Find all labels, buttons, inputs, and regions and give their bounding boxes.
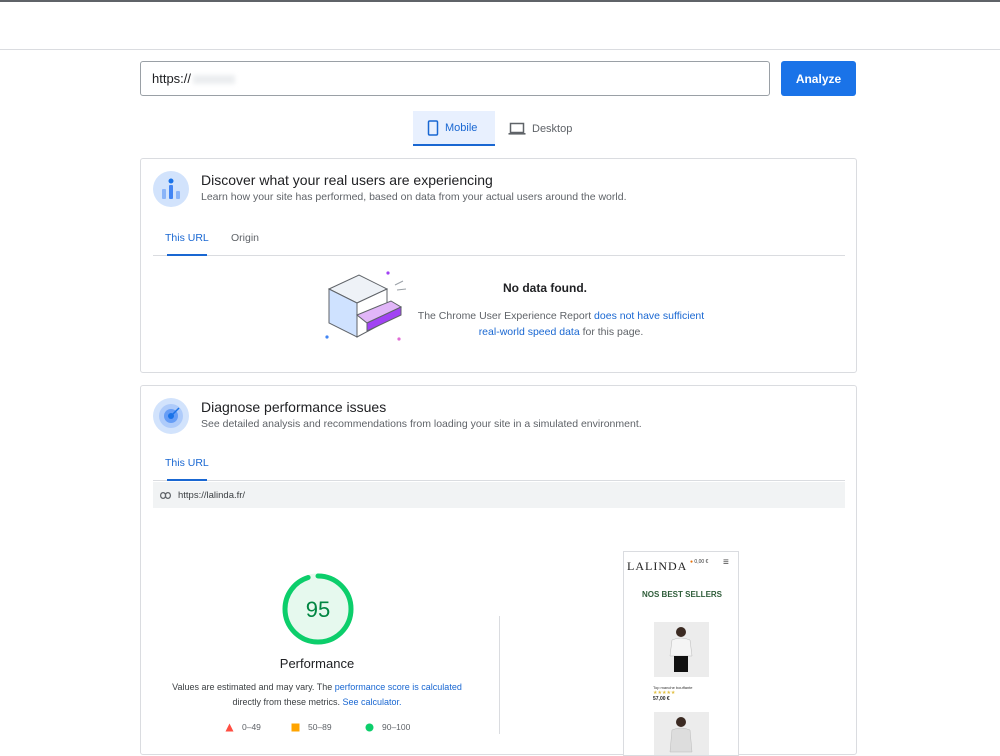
performance-note: Values are estimated and may vary. The p… [161, 680, 473, 710]
no-data-suffix: for this page. [579, 326, 644, 338]
performance-gauge: 95 [282, 573, 354, 645]
site-logo: LALINDA [627, 559, 688, 573]
field-data-title: Discover what your real users are experi… [201, 172, 493, 188]
laptop-icon [508, 122, 526, 135]
url-redacted [193, 75, 236, 85]
model-figure-icon [669, 627, 693, 672]
top-bar [0, 0, 1000, 50]
hamburger-menu-icon: ≡ [723, 557, 729, 568]
analyze-button[interactable]: Analyze [781, 61, 856, 96]
phone-icon [427, 119, 439, 136]
no-data-title: No data found. [503, 281, 587, 295]
best-sellers-heading: NOS BEST SELLERS [642, 590, 723, 599]
product-price: 57,00 € [653, 696, 670, 702]
legend-poor-label: 0–49 [242, 722, 261, 732]
empty-box-illustration [325, 271, 407, 341]
field-data-subtitle: Learn how your site has performed, based… [201, 191, 627, 203]
page-screenshot: LALINDA ● 0,00 € ≡ NOS BEST SELLERS Top … [623, 551, 739, 756]
legend-good-label: 90–100 [382, 722, 411, 732]
performance-score: 95 [306, 597, 330, 622]
tab-mobile[interactable]: Mobile [413, 111, 495, 146]
active-tab-indicator [167, 254, 207, 256]
legend-average: 50–89 [291, 722, 332, 732]
performance-label: Performance [279, 656, 355, 671]
cart-amount: 0,00 € [694, 559, 709, 565]
link-icon [160, 491, 171, 499]
radar-icon [153, 398, 189, 434]
score-calculated-link[interactable]: performance score is calculated [335, 682, 462, 692]
legend-poor: 0–49 [225, 722, 261, 732]
product-image [654, 622, 709, 677]
note-middle: directly from these metrics. [232, 697, 343, 707]
model-figure-icon-2 [669, 717, 693, 753]
no-data-message: The Chrome User Experience Report does n… [411, 308, 711, 340]
url-input[interactable]: https:// [140, 61, 770, 96]
product-image-2 [654, 712, 709, 755]
tab-origin[interactable]: Origin [231, 232, 259, 244]
tab-this-url-lab[interactable]: This URL [165, 457, 209, 469]
active-tab-indicator-lab [167, 479, 207, 481]
url-value: https:// [152, 71, 192, 86]
tested-url-bar: https://lalinda.fr/ [153, 482, 845, 508]
legend-good: 90–100 [365, 722, 410, 732]
square-icon [291, 723, 300, 731]
tested-url[interactable]: https://lalinda.fr/ [178, 490, 245, 501]
lab-data-tabs: This URL [153, 448, 845, 481]
see-calculator-link[interactable]: See calculator. [342, 697, 401, 707]
lab-data-card: Diagnose performance issues See detailed… [140, 385, 857, 756]
tab-mobile-label: Mobile [445, 121, 478, 134]
cart-icon: ● [690, 559, 694, 565]
triangle-icon [225, 723, 234, 731]
users-chart-icon [153, 171, 189, 207]
tab-desktop-label: Desktop [532, 122, 573, 135]
circle-icon [365, 723, 374, 731]
cart-total: ● 0,00 € [690, 559, 708, 565]
no-data-prefix: The Chrome User Experience Report [417, 310, 595, 322]
divider [499, 616, 500, 734]
legend-average-label: 50–89 [308, 722, 332, 732]
lab-data-subtitle: See detailed analysis and recommendation… [201, 418, 642, 430]
field-data-card: Discover what your real users are experi… [140, 158, 857, 373]
field-data-tabs: This URL Origin [153, 223, 845, 256]
tab-desktop[interactable]: Desktop [500, 111, 580, 146]
tab-this-url[interactable]: This URL [165, 232, 209, 244]
lab-data-title: Diagnose performance issues [201, 399, 387, 415]
note-prefix: Values are estimated and may vary. The [172, 682, 335, 692]
